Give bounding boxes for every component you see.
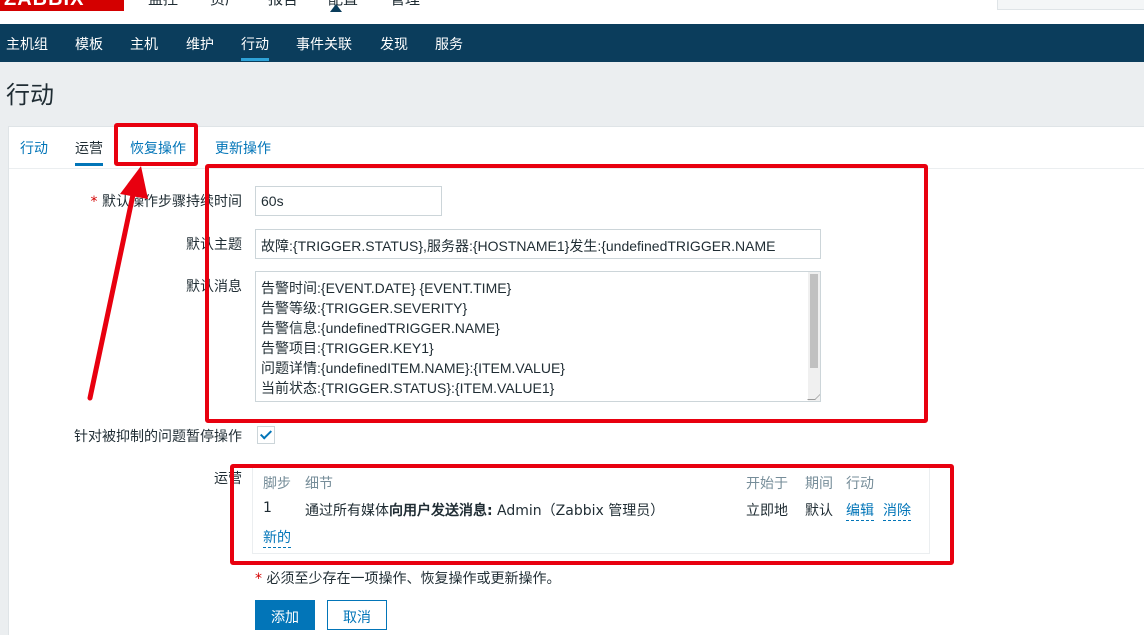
- annotation-arrow: [87, 166, 148, 401]
